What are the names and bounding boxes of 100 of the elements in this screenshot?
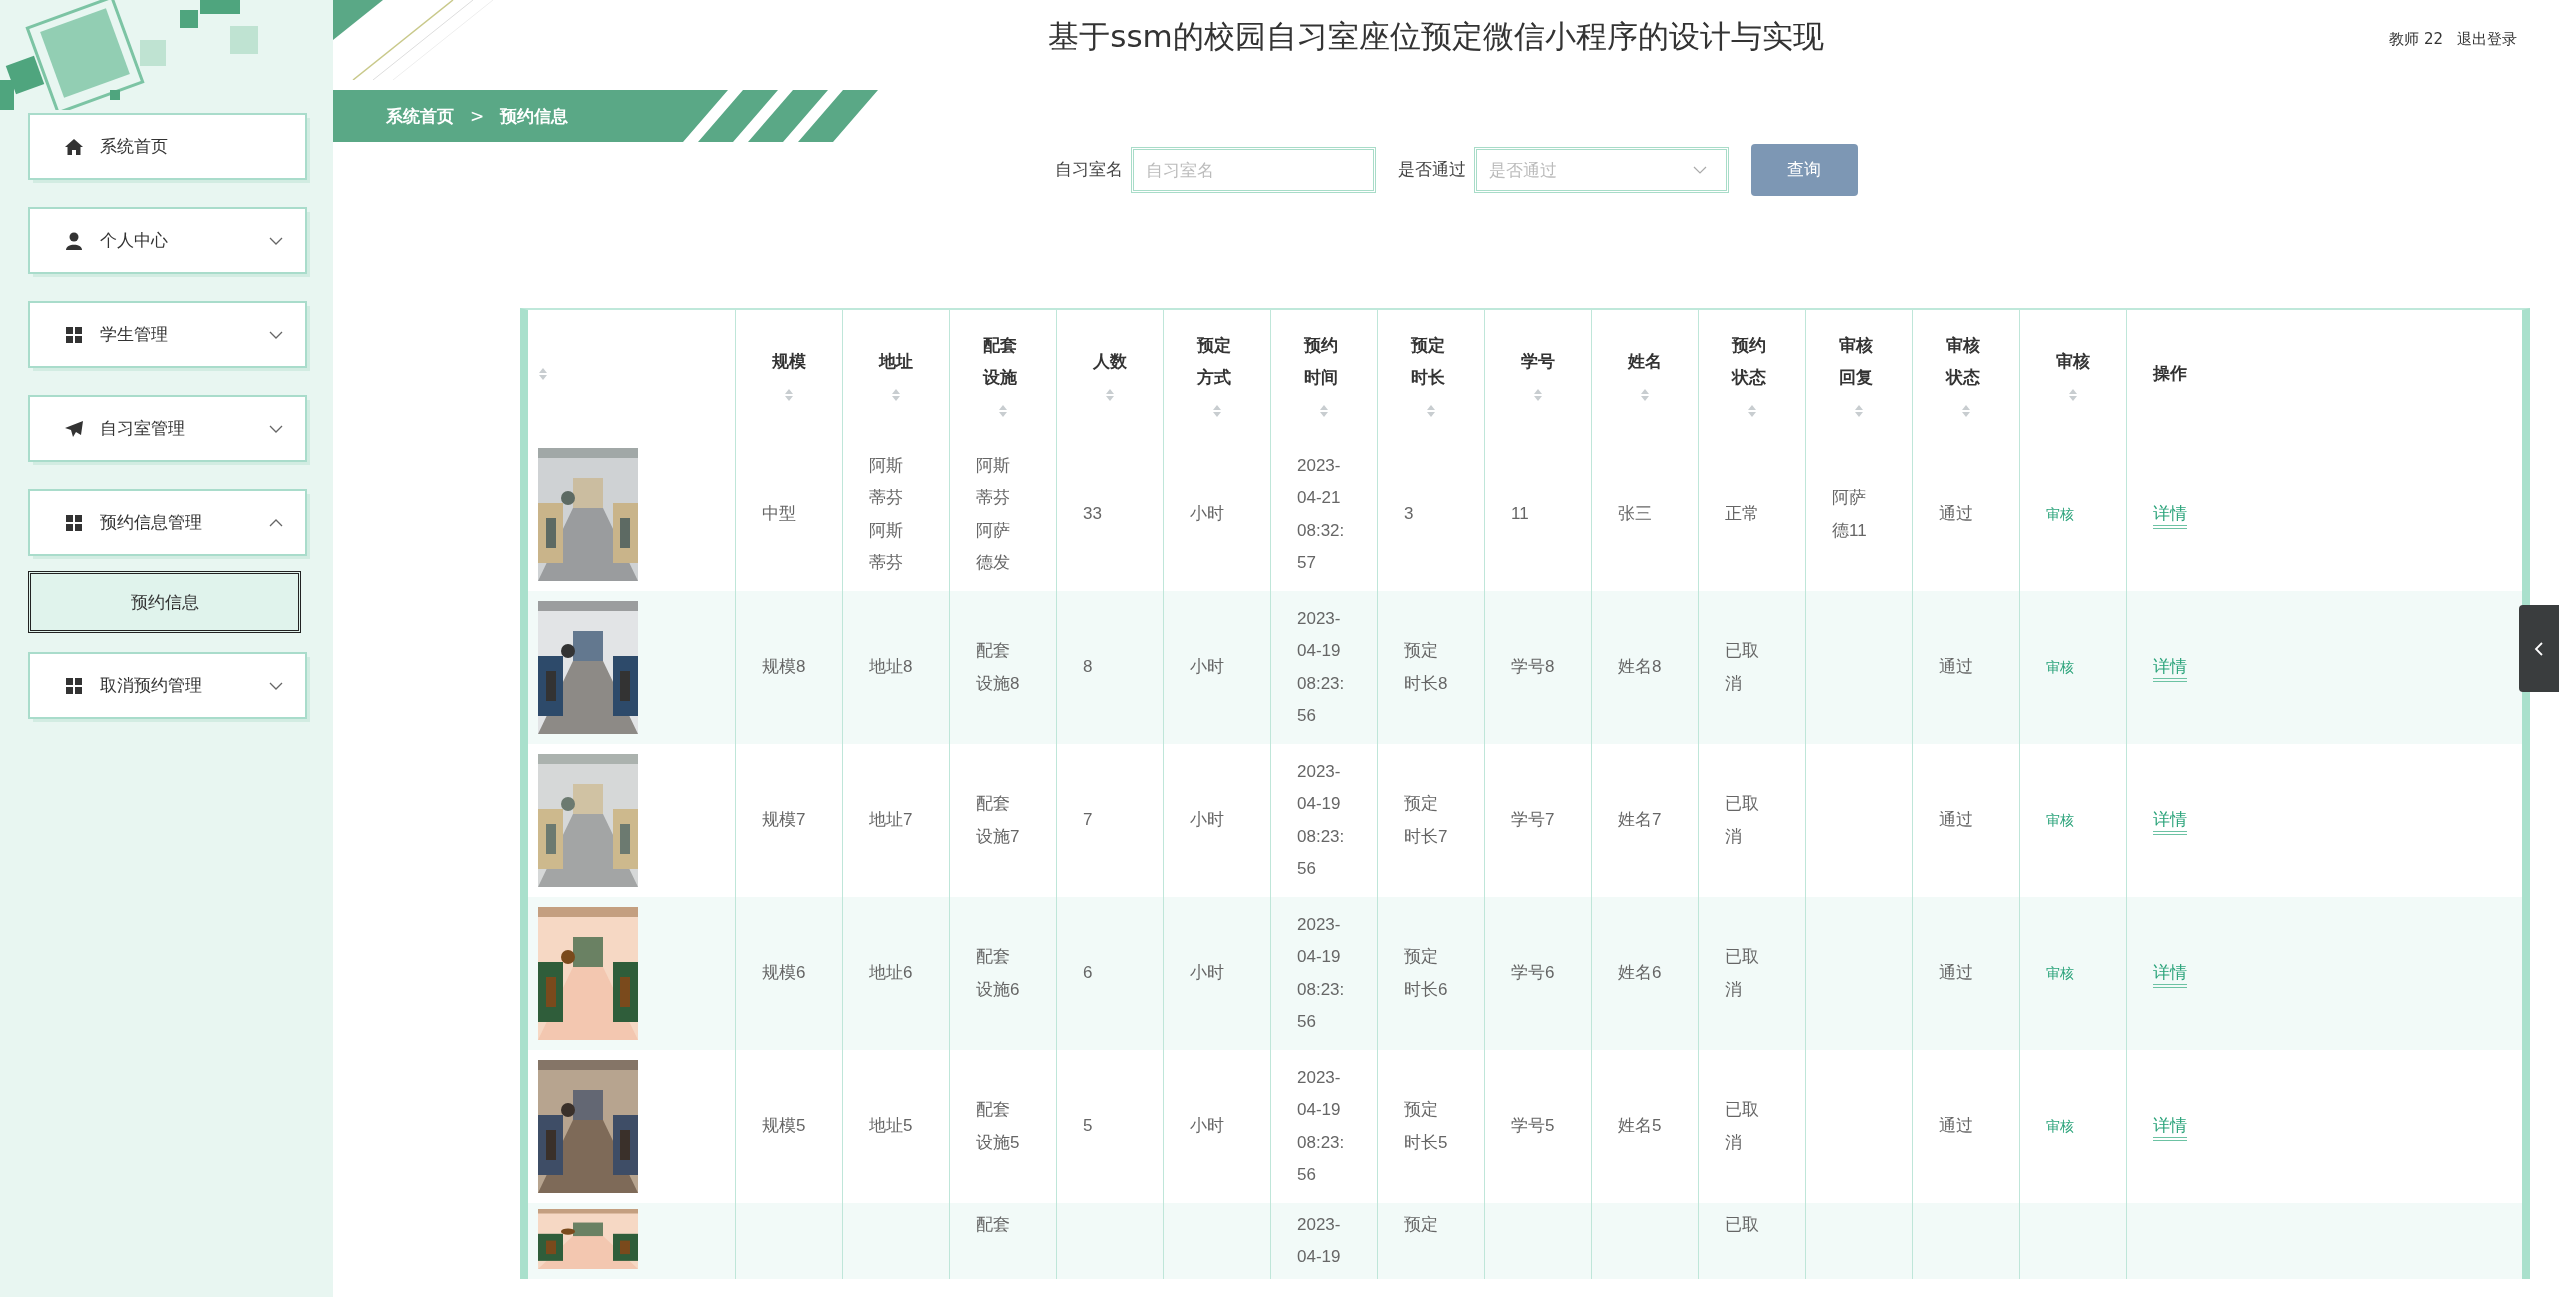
review-link[interactable]: 审核: [2046, 1118, 2074, 1135]
grid-icon: [64, 675, 84, 696]
table-cell-text: 规模6: [762, 962, 806, 985]
table-cell-text: 已取消: [1725, 793, 1760, 848]
sort-icon[interactable]: [1854, 404, 1864, 419]
home-icon: [64, 136, 84, 157]
sort-icon[interactable]: [1747, 404, 1757, 419]
sort-icon[interactable]: [891, 388, 901, 403]
table-cell-text: 已取: [1725, 1214, 1759, 1236]
column-header: 审核: [2056, 350, 2090, 373]
sort-icon[interactable]: [998, 404, 1008, 419]
column-header: 人数: [1093, 350, 1127, 373]
sort-icon[interactable]: [1640, 388, 1650, 403]
chevron-down-icon: [269, 236, 283, 245]
chevron-down-icon: [269, 424, 283, 433]
table-cell-text: 小时: [1190, 656, 1224, 679]
table-cell-text: 姓名6: [1618, 962, 1662, 985]
table-cell-text: 配套设施8: [976, 640, 1021, 695]
sort-icon[interactable]: [2068, 388, 2078, 403]
column-header: 预定方式: [1197, 334, 1233, 389]
detail-link[interactable]: 详情: [2153, 657, 2187, 683]
table-cell-text: 2023-04-19 08:23:56: [1297, 760, 1346, 880]
detail-link[interactable]: 详情: [2153, 810, 2187, 836]
table-cell-text: 学号7: [1511, 809, 1555, 832]
sort-icon[interactable]: [1426, 404, 1436, 419]
column-header: 审核状态: [1946, 334, 1982, 389]
sort-icon[interactable]: [1319, 404, 1329, 419]
table-cell-text: 通过: [1939, 1115, 1973, 1138]
table-cell-text: 11: [1511, 503, 1529, 526]
logout-link[interactable]: 退出登录: [2457, 30, 2517, 49]
search-button[interactable]: 查询: [1750, 143, 1858, 196]
column-header: 审核回复: [1839, 334, 1875, 389]
chevron-down-icon: [269, 681, 283, 690]
table-cell-text: 预定: [1404, 1214, 1438, 1236]
table-cell-text: 正常: [1725, 503, 1759, 526]
sidebar-item[interactable]: 取消预约管理: [28, 652, 307, 719]
table-cell-text: 33: [1083, 503, 1102, 526]
breadcrumb-separator: >: [470, 106, 485, 126]
table-cell-text: 小时: [1190, 809, 1224, 832]
table-cell-text: 通过: [1939, 962, 1973, 985]
table-cell-text: 2023-04-19: [1297, 1214, 1342, 1269]
review-link[interactable]: 审核: [2046, 812, 2074, 829]
sort-icon[interactable]: [1961, 404, 1971, 419]
collapse-tab[interactable]: [2519, 605, 2559, 692]
sort-icon[interactable]: [1105, 388, 1115, 403]
detail-link[interactable]: 详情: [2153, 504, 2187, 530]
table-cell-text: 2023-04-21 08:32:57: [1297, 454, 1346, 574]
table-cell-text: 5: [1083, 1115, 1093, 1138]
table-cell-text: 3: [1404, 503, 1414, 526]
field-label: 是否通过: [1397, 158, 1466, 181]
column-header: 预约状态: [1732, 334, 1768, 389]
table-cell-text: 学号5: [1511, 1115, 1555, 1138]
review-link[interactable]: 审核: [2046, 659, 2074, 676]
submenu-item[interactable]: 预约信息: [28, 571, 301, 633]
person-icon: [64, 230, 84, 251]
table-cell-text: 预定时长6: [1404, 946, 1449, 1001]
column-header: 规模: [772, 350, 806, 373]
chevron-left-icon: [2534, 640, 2544, 657]
field-label: 自习室名: [1054, 158, 1123, 181]
sort-icon[interactable]: [1212, 404, 1222, 419]
table-cell-text: 中型: [762, 503, 796, 526]
select-field[interactable]: 是否通过: [1473, 146, 1729, 193]
breadcrumb-link[interactable]: 系统首页: [386, 104, 454, 128]
table-cell-text: 2023-04-19 08:23:56: [1297, 1066, 1346, 1186]
table-cell-text: 阿斯蒂芬阿斯蒂芬: [869, 454, 904, 574]
detail-link[interactable]: 详情: [2153, 1116, 2187, 1142]
table-cell-text: 配套设施6: [976, 946, 1021, 1001]
sidebar-item[interactable]: 个人中心: [28, 207, 307, 274]
table-cell-text: 预定时长7: [1404, 793, 1449, 848]
column-header: 姓名: [1628, 350, 1662, 373]
column-header: 操作: [2153, 362, 2187, 385]
table-cell-text: 配套设施5: [976, 1099, 1021, 1154]
column-header: 学号: [1521, 350, 1555, 373]
table-cell-text: 姓名7: [1618, 809, 1662, 832]
sort-icon[interactable]: [1533, 388, 1543, 403]
table-cell-text: 通过: [1939, 809, 1973, 832]
detail-link[interactable]: 详情: [2153, 963, 2187, 989]
sort-icon[interactable]: [538, 367, 548, 381]
table-cell-text: 姓名8: [1618, 656, 1662, 679]
table-cell-text: 阿萨德11: [1832, 487, 1868, 542]
table-cell-text: 小时: [1190, 503, 1224, 526]
review-link[interactable]: 审核: [2046, 506, 2074, 523]
table-cell-text: 姓名5: [1618, 1115, 1662, 1138]
sidebar-item[interactable]: 预约信息管理: [28, 489, 307, 556]
breadcrumb-link[interactable]: 预约信息: [500, 104, 569, 128]
table-cell-text: 通过: [1939, 656, 1973, 679]
table-cell-text: 规模8: [762, 656, 806, 679]
sidebar-item[interactable]: 学生管理: [28, 301, 307, 368]
table-cell-text: 配套设施7: [976, 793, 1021, 848]
review-link[interactable]: 审核: [2046, 965, 2074, 982]
sort-icon[interactable]: [784, 388, 794, 403]
grid-icon: [64, 512, 84, 533]
chevron-down-icon: [269, 330, 283, 339]
table-cell-text: 通过: [1939, 503, 1973, 526]
table-cell-text: 已取消: [1725, 1099, 1760, 1154]
sidebar-item[interactable]: 系统首页: [28, 113, 307, 180]
table-cell-text: 阿斯蒂芬阿萨德发: [976, 454, 1011, 574]
table-cell-text: 小时: [1190, 962, 1224, 985]
sidebar-item[interactable]: 自习室管理: [28, 395, 307, 462]
search-field[interactable]: 自习室名: [1130, 146, 1376, 193]
